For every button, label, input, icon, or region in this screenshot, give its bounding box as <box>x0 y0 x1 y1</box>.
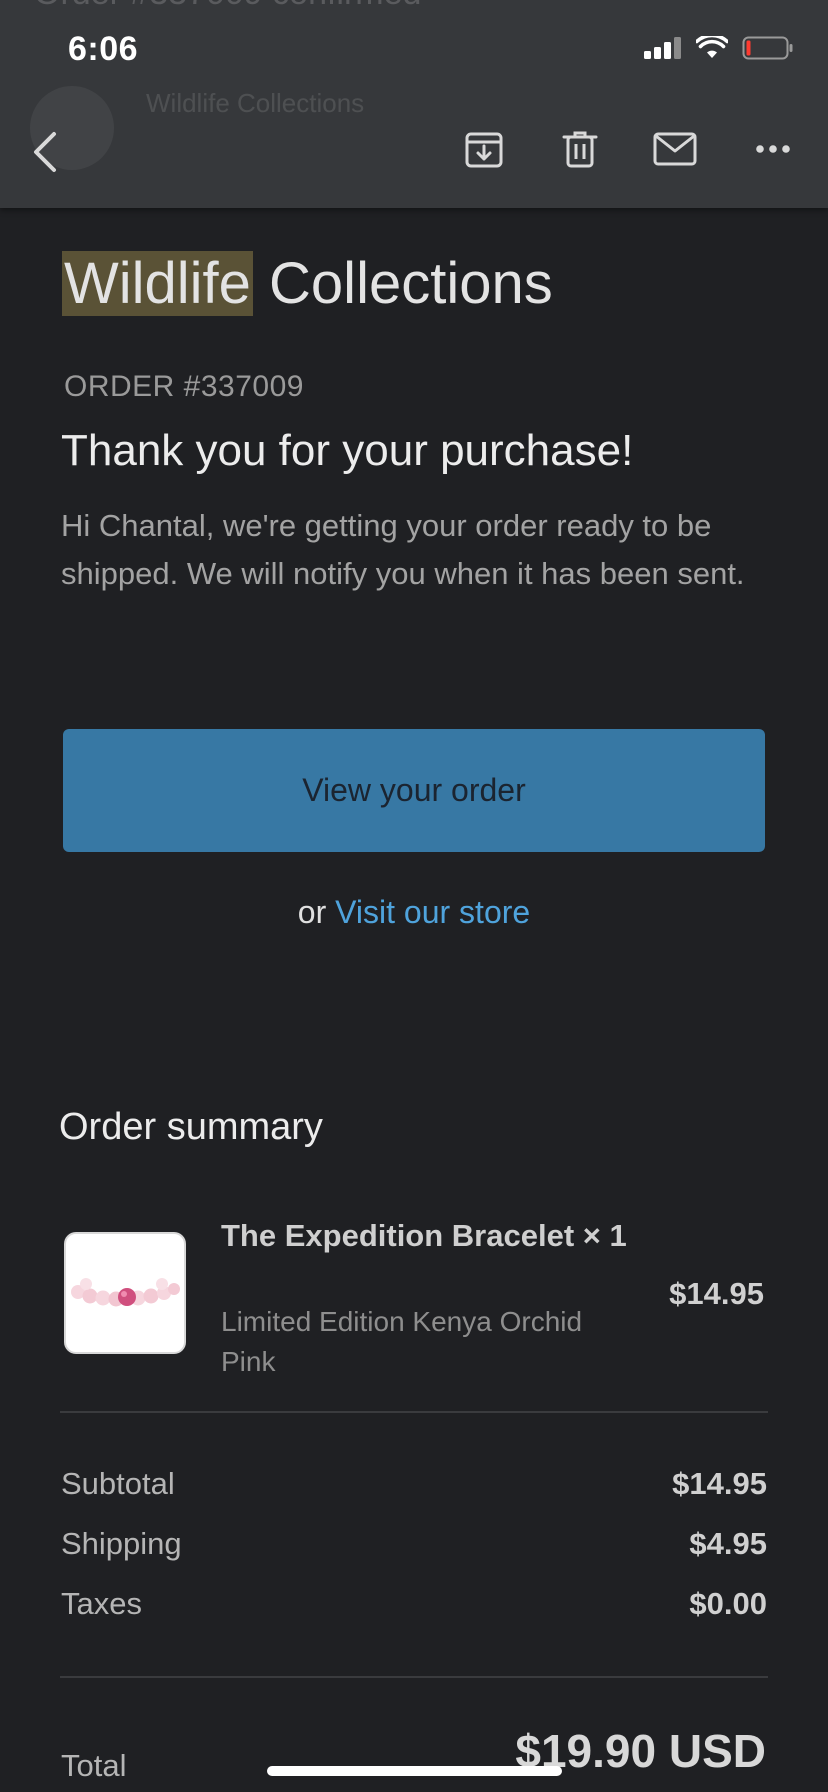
visit-store-link[interactable]: Visit our store <box>335 894 530 930</box>
cellular-signal-icon <box>644 37 681 59</box>
scrolled-subject: Order #337009 confirmed <box>34 0 421 13</box>
shipping-value: $4.95 <box>689 1526 767 1561</box>
battery-low-icon <box>742 36 793 60</box>
home-indicator[interactable] <box>267 1766 562 1776</box>
item-variant: Limited Edition Kenya Orchid Pink <box>221 1306 583 1377</box>
email-intro: Hi Chantal, we're getting your order rea… <box>61 508 745 591</box>
wifi-icon <box>696 36 728 58</box>
status-time: 6:06 <box>68 30 139 68</box>
trash-icon[interactable] <box>557 126 603 172</box>
store-name: Wildlife Collections <box>62 250 553 317</box>
divider <box>60 1411 768 1413</box>
total-label: Total <box>61 1748 127 1783</box>
search-highlight: Wildlife <box>62 251 253 316</box>
store-name-rest: Collections <box>252 251 553 316</box>
item-price: $14.95 <box>669 1276 764 1311</box>
view-order-button[interactable]: View your order <box>63 729 765 852</box>
order-summary-title: Order summary <box>59 1106 323 1148</box>
mail-toolbar: Order #337009 confirmed Wildlife Collect… <box>0 0 828 208</box>
taxes-value: $0.00 <box>689 1586 767 1621</box>
scrolled-sender: Wildlife Collections <box>146 88 365 118</box>
subtotal-row: Subtotal $14.95 <box>61 1466 767 1502</box>
archive-icon[interactable] <box>461 126 507 172</box>
item-name: The Expedition Bracelet × 1 <box>221 1218 627 1253</box>
taxes-row: Taxes $0.00 <box>61 1586 767 1622</box>
shipping-row: Shipping $4.95 <box>61 1526 767 1562</box>
divider <box>60 1676 768 1678</box>
subtotal-label: Subtotal <box>61 1466 175 1501</box>
subtotal-value: $14.95 <box>672 1466 767 1501</box>
taxes-label: Taxes <box>61 1586 142 1621</box>
store-link-line: or Visit our store <box>0 894 828 931</box>
more-icon[interactable] <box>750 126 796 172</box>
mail-icon[interactable] <box>652 126 698 172</box>
product-image <box>64 1232 186 1354</box>
back-chevron-icon[interactable] <box>24 124 64 180</box>
order-number: ORDER #337009 <box>64 370 304 403</box>
or-text: or <box>297 894 327 930</box>
status-icons <box>644 36 794 60</box>
shipping-label: Shipping <box>61 1526 182 1561</box>
email-heading: Thank you for your purchase! <box>61 426 634 475</box>
